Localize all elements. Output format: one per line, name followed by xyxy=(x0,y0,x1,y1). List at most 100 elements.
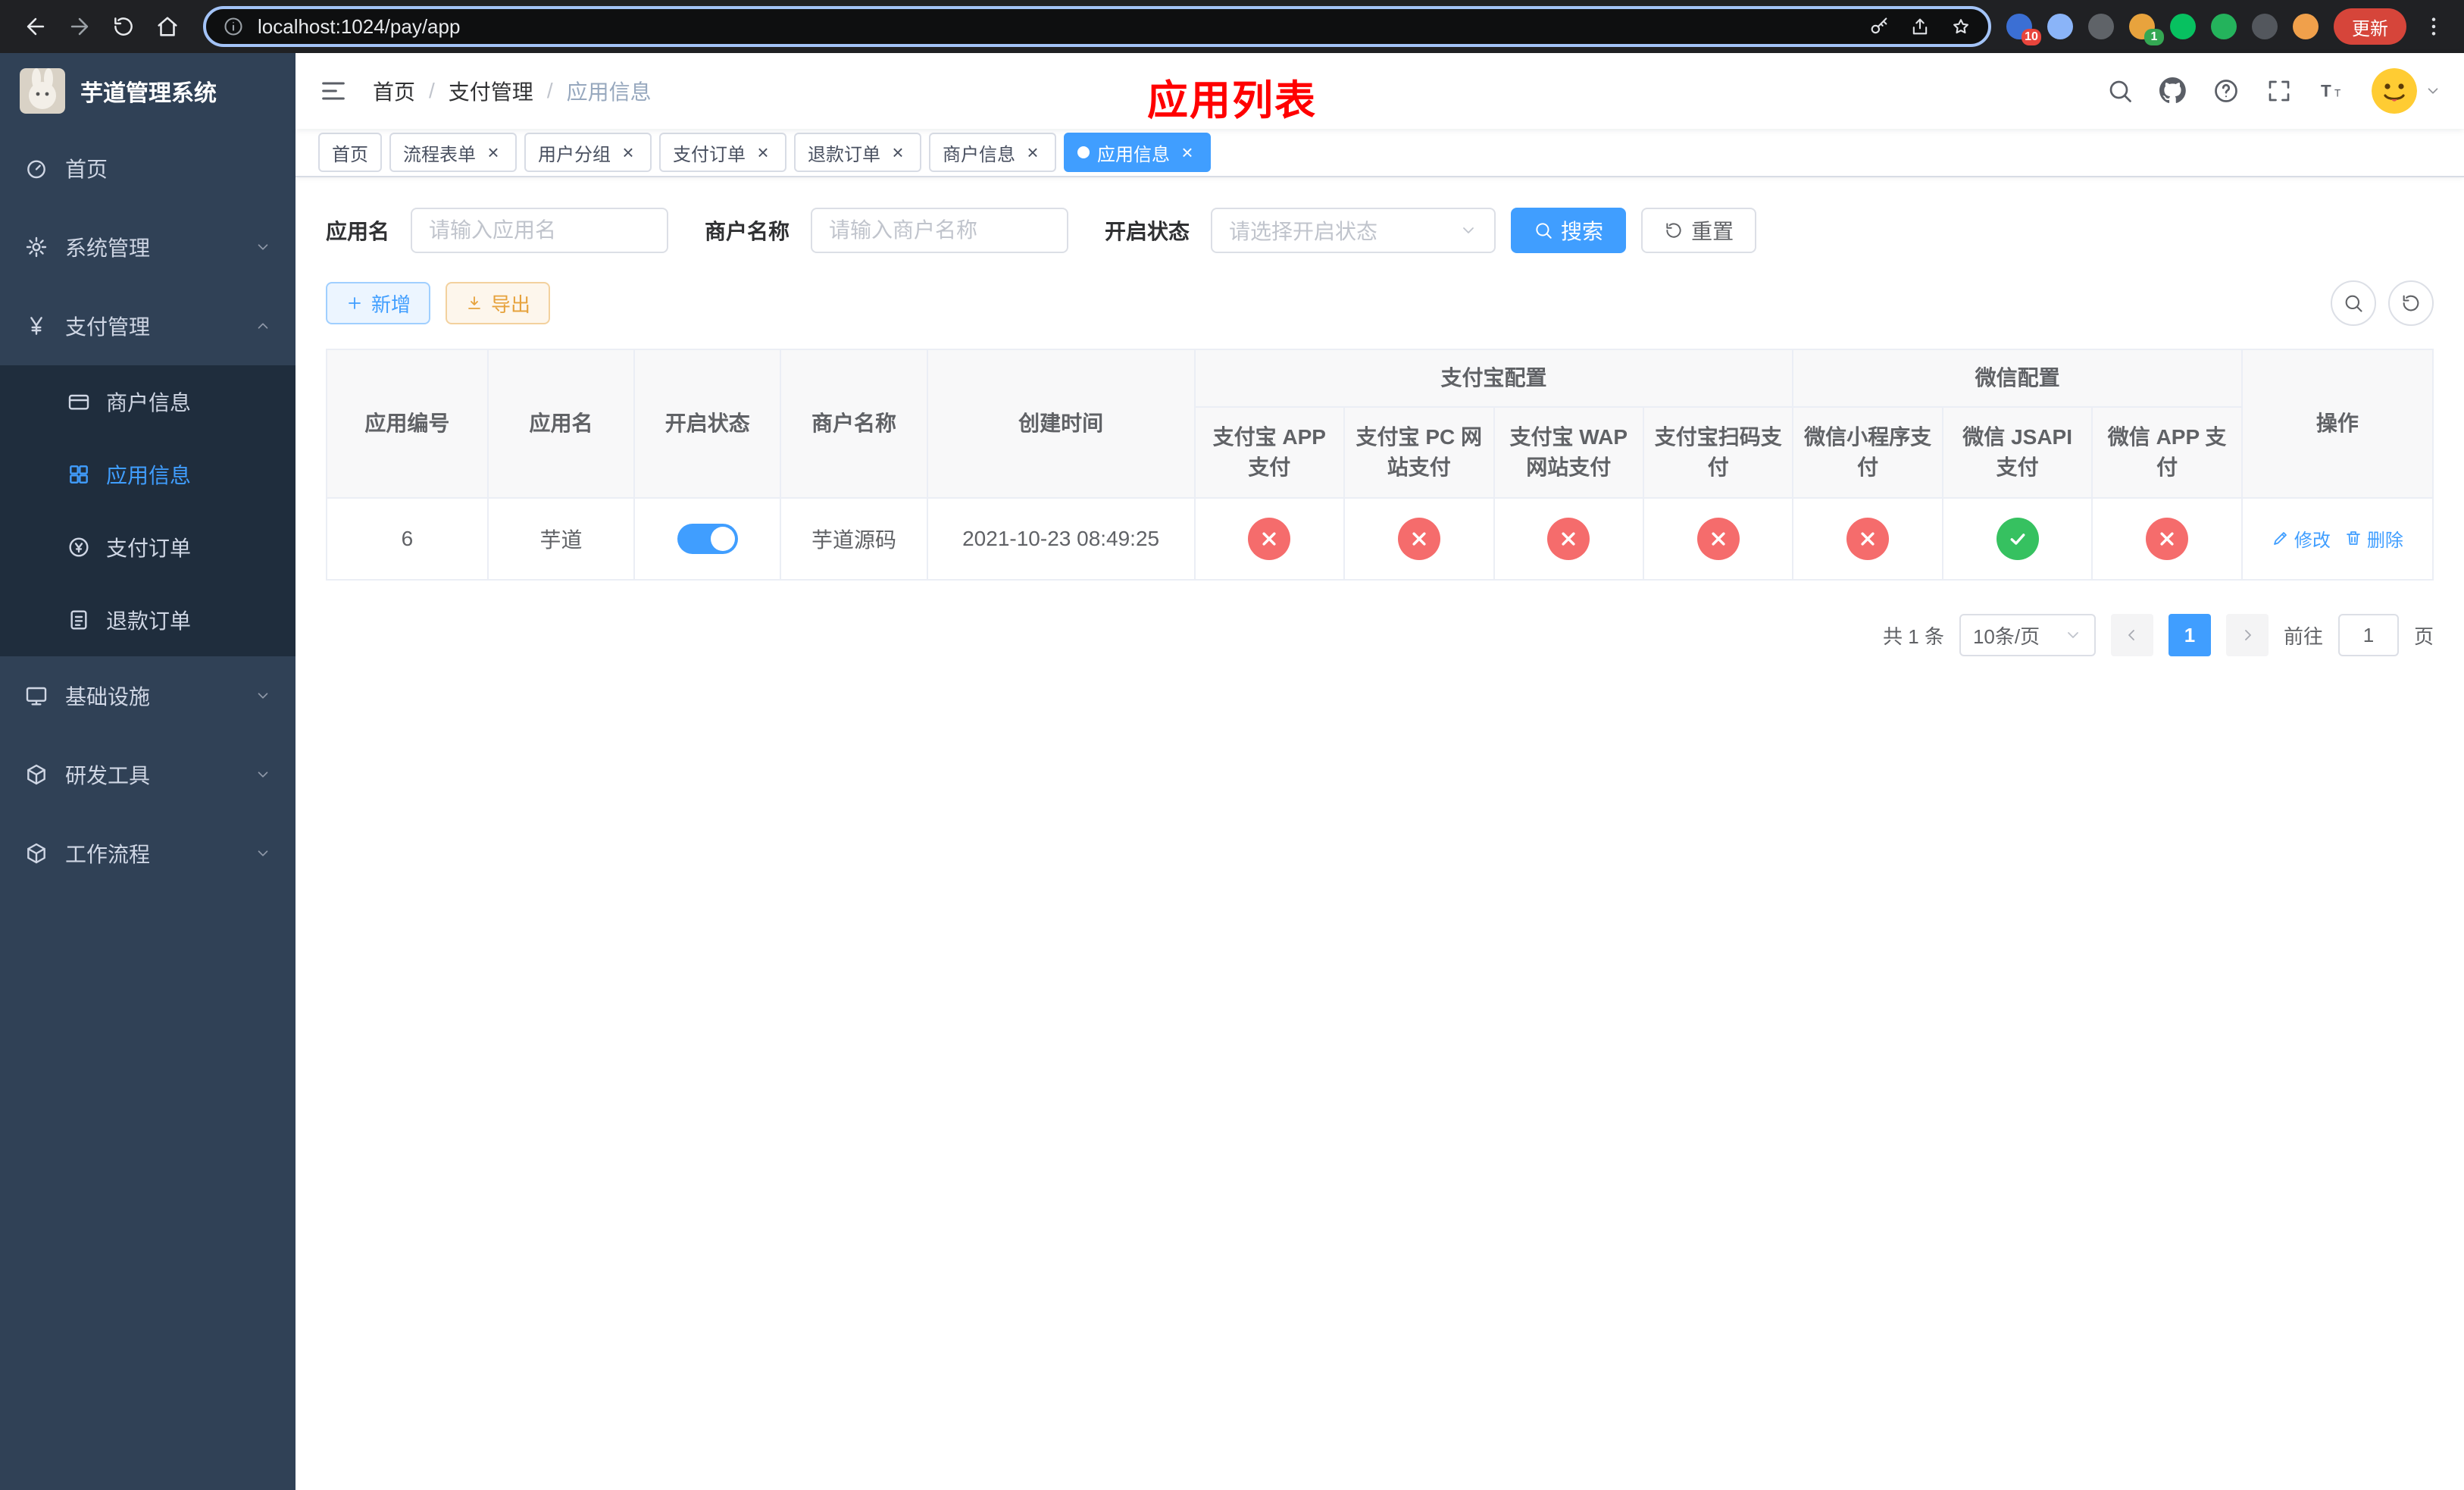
sidebar-item-label: 基础设施 xyxy=(65,685,151,709)
prev-page-button[interactable] xyxy=(2110,614,2153,656)
tab-label: 首页 xyxy=(332,144,368,165)
sidebar-submenu: 商户信息应用信息 支付订单 退款订单 xyxy=(0,365,295,656)
refresh-icon xyxy=(2400,293,2422,314)
extension-blue-drop-icon[interactable] xyxy=(2047,14,2073,39)
home-button[interactable] xyxy=(147,6,188,47)
export-button-label: 导出 xyxy=(491,293,531,316)
github-icon[interactable] xyxy=(2159,77,2187,105)
page-size-select[interactable]: 10条/页 xyxy=(1959,614,2096,656)
delete-label: 删除 xyxy=(2366,530,2403,551)
extension-dark-circle-icon[interactable] xyxy=(2088,14,2114,39)
tab-process-form[interactable]: 流程表单 × xyxy=(389,133,517,172)
edit-button[interactable]: 修改 xyxy=(2272,525,2331,552)
goto-label: 前往 xyxy=(2283,624,2323,648)
fullscreen-icon[interactable] xyxy=(2265,77,2293,105)
config-cell-alipay-pc xyxy=(1343,497,1495,581)
tab-refund-order[interactable]: 退款订单 × xyxy=(794,133,921,172)
column-header-wx-jsapi: 微信 JSAPI 支付 xyxy=(1941,406,2093,499)
browser-update-button[interactable]: 更新 xyxy=(2334,8,2406,45)
tab-close-icon[interactable]: × xyxy=(753,142,773,162)
export-button[interactable]: 导出 xyxy=(446,282,551,324)
extension-emoji-icon[interactable] xyxy=(2293,14,2319,39)
table-header-row: 应用编号 应用名 开启状态 商户名称 创建时间 支付宝配置 微信配置 操作 xyxy=(325,349,2434,499)
app-name-input[interactable] xyxy=(411,208,669,253)
column-header-wx-app: 微信 APP 支付 xyxy=(2091,406,2243,499)
forward-button[interactable] xyxy=(59,6,100,47)
cell-app-id: 6 xyxy=(325,497,489,581)
delete-button[interactable]: 删除 xyxy=(2344,525,2403,552)
cross-status-icon xyxy=(1696,518,1740,560)
search-button[interactable]: 搜索 xyxy=(1511,208,1627,253)
tab-close-icon[interactable]: × xyxy=(618,142,638,162)
column-header-alipay-app: 支付宝 APP 支付 xyxy=(1193,406,1346,499)
sidebar-item-payment-management[interactable]: 支付管理 xyxy=(0,286,295,365)
config-cell-alipay-wap xyxy=(1493,497,1644,581)
page-content: 应用名 商户名称 开启状态 请选择开启状态 搜索 重置 xyxy=(295,177,2464,1490)
password-key-icon[interactable] xyxy=(1868,16,1890,37)
chevron-down-icon xyxy=(2064,626,2082,644)
status-toggle[interactable] xyxy=(677,524,738,554)
sidebar-item-app-info[interactable]: 应用信息 xyxy=(0,438,295,511)
merchant-name-label: 商户名称 xyxy=(705,220,790,243)
top-header: 首页 / 支付管理 / 应用信息 TT xyxy=(295,53,2464,129)
extension-green-circle-icon[interactable] xyxy=(2170,14,2196,39)
breadcrumb-separator: / xyxy=(429,79,435,102)
bookmark-star-icon[interactable] xyxy=(1950,16,1972,37)
edit-label: 修改 xyxy=(2294,530,2331,551)
sidebar-logo[interactable]: 芋道管理系统 xyxy=(0,53,295,129)
tab-close-icon[interactable]: × xyxy=(1177,142,1197,162)
search-icon[interactable] xyxy=(2106,77,2134,105)
refresh-button[interactable] xyxy=(2388,280,2434,326)
sidebar-item-label: 商户信息 xyxy=(106,391,192,415)
sidebar-item-payment-orders[interactable]: 支付订单 xyxy=(0,511,295,584)
app-name-label: 应用名 xyxy=(326,220,390,243)
font-size-icon[interactable]: TT xyxy=(2319,77,2346,105)
page-number-1[interactable]: 1 xyxy=(2168,614,2211,656)
breadcrumb-item[interactable]: 首页 xyxy=(373,76,415,106)
sidebar-item-home[interactable]: 首页 xyxy=(0,129,295,208)
share-icon[interactable] xyxy=(1909,16,1931,37)
chevron-down-icon xyxy=(2425,83,2441,99)
tab-close-icon[interactable]: × xyxy=(1023,142,1043,162)
sidebar-toggle-icon[interactable] xyxy=(318,76,349,106)
sidebar-item-merchant-info[interactable]: 商户信息 xyxy=(0,365,295,438)
url-bar[interactable]: localhost:1024/pay/app xyxy=(203,6,1991,47)
sidebar-item-system-management[interactable]: 系统管理 xyxy=(0,208,295,286)
extension-blue-red-icon[interactable]: 10 xyxy=(2006,14,2041,45)
monitor-icon xyxy=(24,684,48,708)
status-select[interactable]: 请选择开启状态 xyxy=(1211,208,1496,253)
extension-green-square-icon[interactable] xyxy=(2211,14,2237,39)
tab-payment-order[interactable]: 支付订单 × xyxy=(659,133,786,172)
goto-page-input[interactable] xyxy=(2337,614,2399,656)
tab-label: 流程表单 xyxy=(403,144,476,165)
reload-button[interactable] xyxy=(103,6,144,47)
tab-close-icon[interactable]: × xyxy=(483,142,503,162)
tab-close-icon[interactable]: × xyxy=(888,142,908,162)
sidebar-item-refund-orders[interactable]: 退款订单 xyxy=(0,584,295,656)
svg-text:T: T xyxy=(2334,88,2340,99)
merchant-name-input[interactable] xyxy=(811,208,1069,253)
tab-user-group[interactable]: 用户分组 × xyxy=(524,133,652,172)
tab-app-info[interactable]: 应用信息 × xyxy=(1064,133,1211,172)
extension-avatar-icon[interactable]: 1 xyxy=(2129,14,2164,45)
sidebar-item-workflow[interactable]: 工作流程 xyxy=(0,814,295,893)
user-menu[interactable] xyxy=(2372,68,2441,114)
cell-status xyxy=(633,497,782,581)
browser-menu-icon[interactable] xyxy=(2422,14,2446,39)
chevron-down-icon xyxy=(255,239,271,255)
next-page-button[interactable] xyxy=(2225,614,2269,656)
sidebar-item-dev-tools[interactable]: 研发工具 xyxy=(0,735,295,814)
back-button[interactable] xyxy=(15,6,56,47)
add-button[interactable]: 新增 xyxy=(326,282,431,324)
site-info-icon[interactable] xyxy=(223,16,244,37)
tab-home[interactable]: 首页 xyxy=(318,133,382,172)
table-row: 6 芋道 芋道源码 2021-10-23 08:49:25 修改 删除 xyxy=(325,497,2434,581)
toggle-search-button[interactable] xyxy=(2331,280,2376,326)
extension-pin-icon[interactable] xyxy=(2252,14,2278,39)
help-icon[interactable] xyxy=(2212,77,2240,105)
breadcrumb-item[interactable]: 支付管理 xyxy=(449,76,533,106)
sidebar-item-infrastructure[interactable]: 基础设施 xyxy=(0,656,295,735)
pagination: 共 1 条 10条/页 1 前往 页 xyxy=(326,614,2434,656)
tab-merchant-info[interactable]: 商户信息 × xyxy=(929,133,1056,172)
reset-button[interactable]: 重置 xyxy=(1641,208,1757,253)
